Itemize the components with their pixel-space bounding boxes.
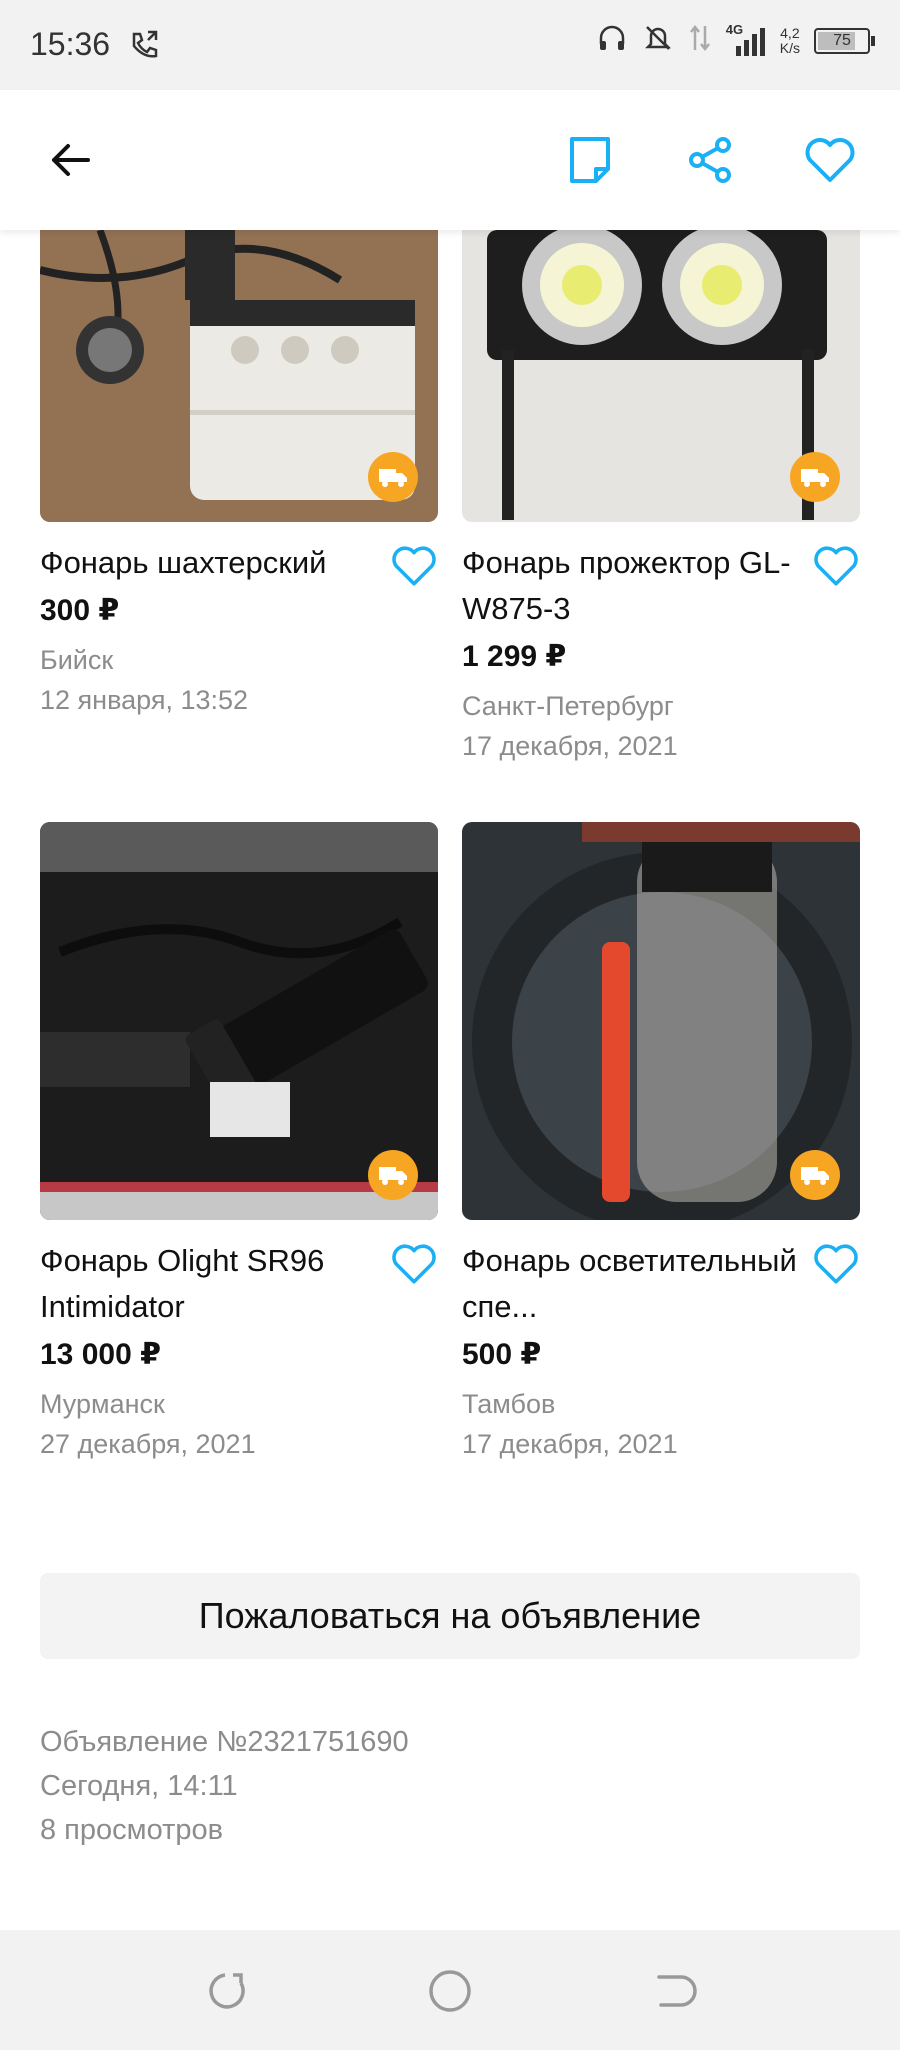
listing-photo[interactable] <box>40 822 438 1220</box>
delivery-badge <box>368 452 418 502</box>
heart-outline-icon <box>805 138 855 182</box>
bell-off-icon <box>642 22 674 59</box>
listing-price: 300 ₽ <box>40 594 120 627</box>
listing-card[interactable]: Фонарь Olight SR96 Intimidator 13 000 ₽ … <box>40 822 438 1464</box>
listing-title: Фонарь Olight SR96 Intimidator <box>40 1243 325 1324</box>
status-bar: 15:36 4G 4,2 K/s 75 <box>0 0 900 90</box>
back-nav-icon <box>657 1975 697 2007</box>
back-nav-button[interactable] <box>650 1966 700 2016</box>
listing-date: 27 декабря, 2021 <box>40 1429 256 1459</box>
delivery-badge <box>790 452 840 502</box>
listing-favorite-button[interactable] <box>390 544 438 592</box>
ad-date: Сегодня, 14:11 <box>40 1770 238 1802</box>
heart-outline-icon <box>814 546 858 586</box>
truck-icon <box>801 469 829 487</box>
home-button[interactable] <box>425 1966 475 2016</box>
listing-title: Фонарь шахтерский <box>40 545 327 580</box>
listing-photo[interactable] <box>462 230 860 522</box>
status-icons: 4G 4,2 K/s 75 <box>596 21 875 59</box>
headphones-icon <box>596 22 628 59</box>
signal-icon: 4G <box>725 21 766 58</box>
app-bar <box>0 90 900 230</box>
truck-icon <box>379 469 407 487</box>
truck-icon <box>801 1167 829 1185</box>
listing-date: 12 января, 13:52 <box>40 685 249 715</box>
arrow-left-icon <box>52 144 90 176</box>
note-button[interactable] <box>560 130 620 190</box>
listing-favorite-button[interactable] <box>812 544 860 592</box>
status-time: 15:36 <box>30 26 111 62</box>
listing-favorite-button[interactable] <box>812 1242 860 1290</box>
battery-level: 75 <box>833 31 851 49</box>
listing-title: Фонарь прожектор GL-W875-3 <box>462 545 791 626</box>
heart-outline-icon <box>392 1244 436 1284</box>
ad-number: Объявление №2321751690 <box>40 1726 409 1758</box>
heart-outline-icon <box>814 1244 858 1284</box>
data-transfer-icon <box>688 22 712 59</box>
ad-views: 8 просмотров <box>40 1814 224 1846</box>
listing-date: 17 декабря, 2021 <box>462 1429 678 1459</box>
recents-button[interactable] <box>200 1966 250 2016</box>
delivery-badge <box>790 1150 840 1200</box>
listing-title: Фонарь осветительный спе... <box>462 1243 797 1324</box>
ad-info: Объявление №2321751690 Сегодня, 14:11 8 … <box>40 1720 409 1852</box>
listing-card[interactable]: Фонарь осветительный спе... 500 ₽ Тамбов… <box>462 822 860 1464</box>
listing-city: Тамбов <box>462 1389 556 1419</box>
battery-icon: 75 <box>814 27 875 54</box>
listing-photo[interactable] <box>40 230 438 522</box>
listing-price: 1 299 ₽ <box>462 640 567 673</box>
listing-card[interactable]: Фонарь прожектор GL-W875-3 1 299 ₽ Санкт… <box>462 230 860 766</box>
heart-outline-icon <box>392 546 436 586</box>
recents-icon <box>209 1973 245 2009</box>
home-circle-icon <box>429 1970 471 2012</box>
network-speed: 4,2 K/s <box>779 24 800 56</box>
truck-icon <box>379 1167 407 1185</box>
listing-price: 13 000 ₽ <box>40 1338 161 1371</box>
listing-city: Бийск <box>40 645 114 675</box>
report-ad-button[interactable]: Пожаловаться на объявление <box>40 1573 860 1659</box>
listing-city: Санкт-Петербург <box>462 691 674 721</box>
listing-date: 17 декабря, 2021 <box>462 731 678 761</box>
speed-unit: K/s <box>779 39 800 56</box>
listing-price: 500 ₽ <box>462 1338 542 1371</box>
share-icon <box>689 137 731 183</box>
listing-city: Мурманск <box>40 1389 165 1419</box>
listing-card[interactable]: Фонарь шахтерский 300 ₽ Бийск 12 января,… <box>40 230 438 766</box>
network-type: 4G <box>725 21 744 37</box>
note-icon <box>570 137 610 183</box>
call-forward-icon <box>126 28 162 69</box>
system-nav-bar <box>0 1930 900 2050</box>
listing-favorite-button[interactable] <box>390 1242 438 1290</box>
delivery-badge <box>368 1150 418 1200</box>
share-button[interactable] <box>680 130 740 190</box>
back-button[interactable] <box>40 130 100 190</box>
speed-value: 4,2 <box>780 24 800 41</box>
listing-photo[interactable] <box>462 822 860 1220</box>
favorite-button[interactable] <box>800 130 860 190</box>
